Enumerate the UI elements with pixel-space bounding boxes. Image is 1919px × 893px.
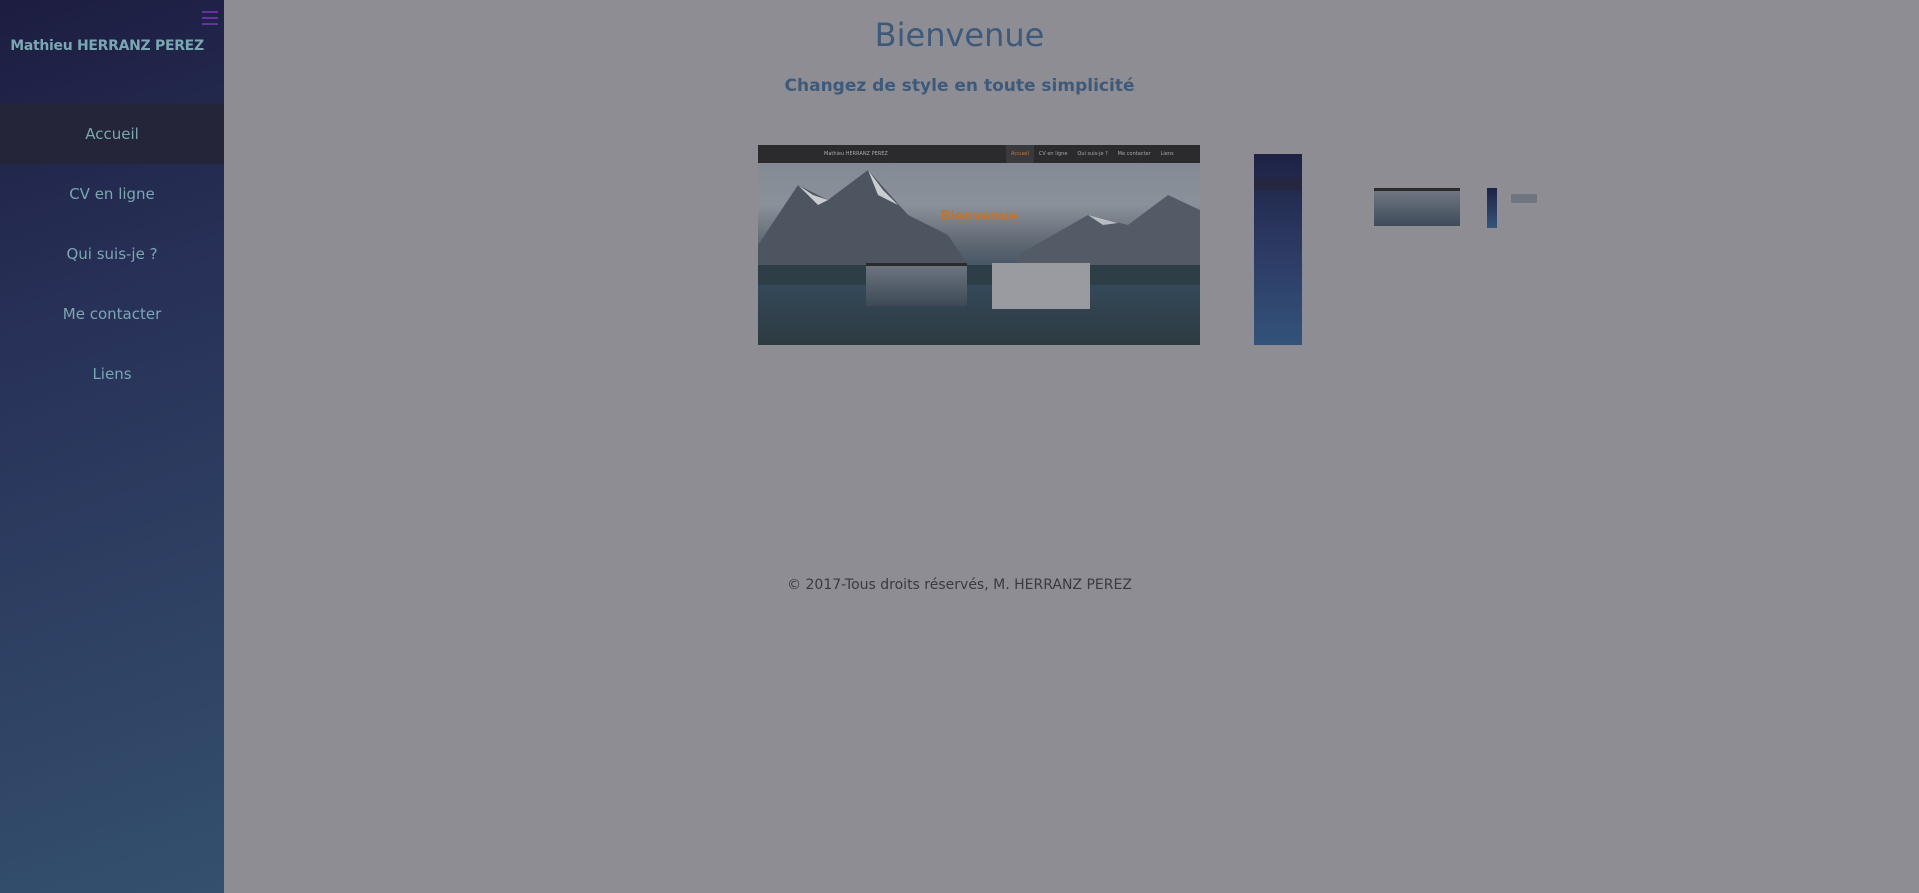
preview-title: Bienvenue (940, 209, 1018, 224)
preview-menu-item (1254, 202, 1302, 214)
sidebar-item-qui-suis-je[interactable]: Qui suis-je ? (0, 224, 224, 284)
preview-menu-item (1254, 190, 1302, 202)
sidebar-item-accueil[interactable]: Accueil (0, 104, 224, 164)
hamburger-icon[interactable] (202, 11, 218, 25)
preview-menu-item (1254, 226, 1302, 238)
preview-menu-item: Qui suis-je ? (1077, 151, 1108, 157)
preview-menu-item: Me contacter (1117, 151, 1151, 157)
preview-menu: Accueil CV en ligne Qui suis-je ? Me con… (1006, 145, 1179, 163)
sidebar-item-cv[interactable]: CV en ligne (0, 164, 224, 224)
preview-nested-thumbnail (992, 263, 1090, 309)
mountain-landscape-image (758, 170, 1200, 285)
site-brand[interactable]: Mathieu HERRANZ PEREZ (0, 38, 214, 54)
sidebar-item-contact[interactable]: Me contacter (0, 284, 224, 344)
preview-menu-item (1254, 178, 1302, 190)
sidebar-nav: Accueil CV en ligne Qui suis-je ? Me con… (0, 104, 224, 404)
preview-nested-thumbnail (1487, 188, 1497, 228)
preview-menu-item: Liens (1160, 151, 1174, 157)
preview-brand (1254, 154, 1302, 162)
main-content: Bienvenue Changez de style en toute simp… (224, 0, 1919, 893)
style-preview-desktop[interactable]: Mathieu HERRANZ PEREZ Accueil CV en lign… (758, 145, 1200, 345)
style-preview-sidebar[interactable] (1254, 154, 1302, 345)
preview-menu-item: CV en ligne (1038, 151, 1068, 157)
preview-brand: Mathieu HERRANZ PEREZ (824, 151, 888, 157)
preview-nested-thumbnail (1374, 188, 1460, 226)
preview-menu-item (1254, 214, 1302, 226)
sidebar: Mathieu HERRANZ PEREZ Accueil CV en lign… (0, 0, 224, 893)
page-subtitle: Changez de style en toute simplicité (784, 76, 1135, 96)
preview-nested-thumbnail (1511, 194, 1537, 203)
preview-nested-thumbnail (866, 263, 967, 306)
page-title: Bienvenue (874, 16, 1045, 54)
preview-menu-item: Accueil (1006, 145, 1034, 163)
footer-copyright: © 2017-Tous droits réservés, M. HERRANZ … (787, 577, 1132, 593)
preview-navbar: Mathieu HERRANZ PEREZ Accueil CV en lign… (758, 145, 1200, 163)
sidebar-item-liens[interactable]: Liens (0, 344, 224, 404)
style-preview-light[interactable] (1356, 150, 1564, 290)
